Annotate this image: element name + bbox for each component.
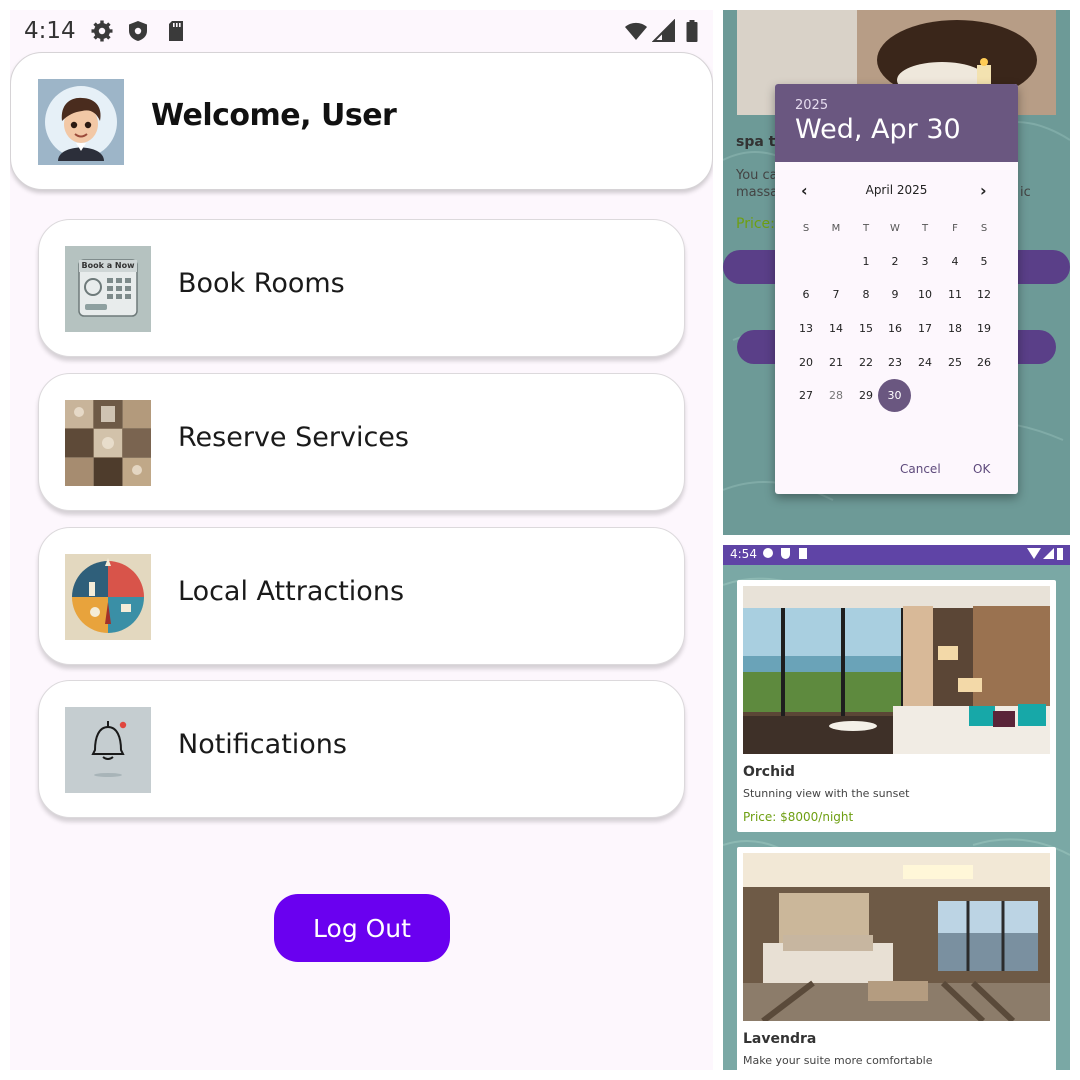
reserve-services-thumbnail <box>65 400 151 486</box>
room-desc-lavendra: Make your suite more comfortable <box>743 1054 933 1067</box>
menu-item-reserve-services[interactable]: Reserve Services <box>38 373 685 511</box>
sd-card-icon <box>169 21 183 41</box>
ok-button[interactable]: OK <box>973 462 990 476</box>
spa-desc-fragment-2: massa <box>736 185 779 200</box>
weekday-label: T <box>921 223 929 234</box>
calendar-day[interactable]: 11 <box>940 280 970 310</box>
calendar-day[interactable]: 24 <box>910 348 940 378</box>
menu-label-reserve-services: Reserve Services <box>178 422 409 453</box>
weekday-label: W <box>890 223 900 234</box>
calendar-day-selected[interactable]: 30 <box>878 379 911 412</box>
calendar-day[interactable]: 13 <box>791 314 821 344</box>
shield-icon <box>781 548 790 559</box>
calendar-day[interactable]: 3 <box>910 247 940 277</box>
date-picker-screen: spa t You ca massa ic Price: 2025 Wed, A… <box>723 10 1070 535</box>
status-time: 4:14 <box>24 18 76 44</box>
book-rooms-thumbnail: Book a Now <box>65 246 151 332</box>
calendar-day[interactable]: 5 <box>969 247 999 277</box>
cell-signal-icon <box>1043 548 1054 559</box>
date-picker-year[interactable]: 2025 <box>795 98 828 113</box>
menu-item-book-rooms[interactable]: Book a Now Book Rooms <box>38 219 685 357</box>
calendar-day[interactable]: 29 <box>851 381 881 411</box>
rooms-status-time: 4:54 <box>730 547 757 561</box>
calendar-day[interactable]: 25 <box>940 348 970 378</box>
date-picker-dialog: 2025 Wed, Apr 30 ‹ April 2025 › SMTWTFS … <box>775 84 1018 494</box>
calendar-day[interactable]: 12 <box>969 280 999 310</box>
wifi-icon <box>1027 548 1041 559</box>
settings-icon <box>91 20 113 42</box>
cancel-button[interactable]: Cancel <box>900 462 941 476</box>
calendar-day[interactable]: 1 <box>851 247 881 277</box>
calendar-day[interactable]: 15 <box>851 314 881 344</box>
weekday-label: S <box>802 223 810 234</box>
screen-collage: 4:14 Welcome, User Book a Now Book Rooms… <box>0 0 1080 1080</box>
date-picker-header: 2025 Wed, Apr 30 <box>775 84 1018 162</box>
bell-icon <box>65 707 151 793</box>
weekday-label: S <box>980 223 988 234</box>
room-name-lavendra: Lavendra <box>743 1031 817 1047</box>
room-desc-orchid: Stunning view with the sunset <box>743 787 910 800</box>
calendar-day[interactable]: 21 <box>821 348 851 378</box>
notifications-thumbnail <box>65 707 151 793</box>
date-picker-selected-date: Wed, Apr 30 <box>795 114 961 145</box>
home-screen: 4:14 Welcome, User Book a Now Book Rooms… <box>10 10 713 1070</box>
calendar-day[interactable]: 8 <box>851 280 881 310</box>
menu-label-book-rooms: Book Rooms <box>178 268 345 299</box>
calendar-day[interactable]: 18 <box>940 314 970 344</box>
cell-signal-icon <box>652 19 675 42</box>
calendar-day[interactable]: 16 <box>880 314 910 344</box>
calendar-day[interactable]: 7 <box>821 280 851 310</box>
room-photo-lavendra <box>743 853 1050 1021</box>
book-now-thumb-text: Book a Now <box>81 261 135 270</box>
battery-icon <box>686 20 698 42</box>
calendar-day[interactable]: 26 <box>969 348 999 378</box>
welcome-title: Welcome, User <box>151 98 397 133</box>
shield-icon <box>129 21 147 41</box>
spa-price-fragment: Price: <box>736 216 775 232</box>
menu-item-local-attractions[interactable]: Local Attractions <box>38 527 685 665</box>
calendar-day[interactable]: 20 <box>791 348 821 378</box>
welcome-header: Welcome, User <box>10 52 713 190</box>
spa-title-fragment: spa t <box>736 134 776 150</box>
calendar-day[interactable]: 4 <box>940 247 970 277</box>
weekday-label: T <box>862 223 870 234</box>
menu-label-notifications: Notifications <box>178 729 347 760</box>
settings-icon <box>763 548 773 558</box>
menu-item-notifications[interactable]: Notifications <box>38 680 685 818</box>
local-attractions-thumbnail <box>65 554 151 640</box>
menu-label-local-attractions: Local Attractions <box>178 576 405 607</box>
calendar-day[interactable]: 23 <box>880 348 910 378</box>
status-bar: 4:14 <box>10 10 713 52</box>
calendar-day[interactable]: 14 <box>821 314 851 344</box>
room-price-orchid: Price: $8000/night <box>743 810 854 824</box>
calendar-day[interactable]: 2 <box>880 247 910 277</box>
rooms-status-bar: 4:54 <box>723 545 1070 565</box>
spa-desc-fragment-1: You ca <box>736 168 778 183</box>
rooms-screen: 4:54 Orchid Stunning view with the sunse… <box>723 545 1070 1070</box>
room-card-lavendra[interactable]: Lavendra Make your suite more comfortabl… <box>737 847 1056 1070</box>
room-photo-orchid <box>743 586 1050 754</box>
avatar <box>38 79 124 165</box>
spa-desc-fragment-right: ic <box>1020 185 1031 200</box>
calendar-day[interactable]: 22 <box>851 348 881 378</box>
chevron-right-icon[interactable]: › <box>980 181 987 200</box>
wifi-icon <box>625 22 647 40</box>
calendar-day[interactable]: 6 <box>791 280 821 310</box>
calendar-day[interactable]: 27 <box>791 381 821 411</box>
room-card-orchid[interactable]: Orchid Stunning view with the sunset Pri… <box>737 580 1056 832</box>
calendar-day[interactable]: 10 <box>910 280 940 310</box>
calendar-day[interactable]: 28 <box>821 381 851 411</box>
sd-card-icon <box>799 548 807 559</box>
battery-icon <box>1057 548 1063 560</box>
calendar-day[interactable]: 9 <box>880 280 910 310</box>
calendar-day[interactable]: 19 <box>969 314 999 344</box>
logout-button[interactable]: Log Out <box>274 894 450 962</box>
room-name-orchid: Orchid <box>743 764 795 780</box>
weekday-label: F <box>952 223 958 234</box>
calendar-day[interactable]: 17 <box>910 314 940 344</box>
weekday-label: M <box>831 223 841 234</box>
